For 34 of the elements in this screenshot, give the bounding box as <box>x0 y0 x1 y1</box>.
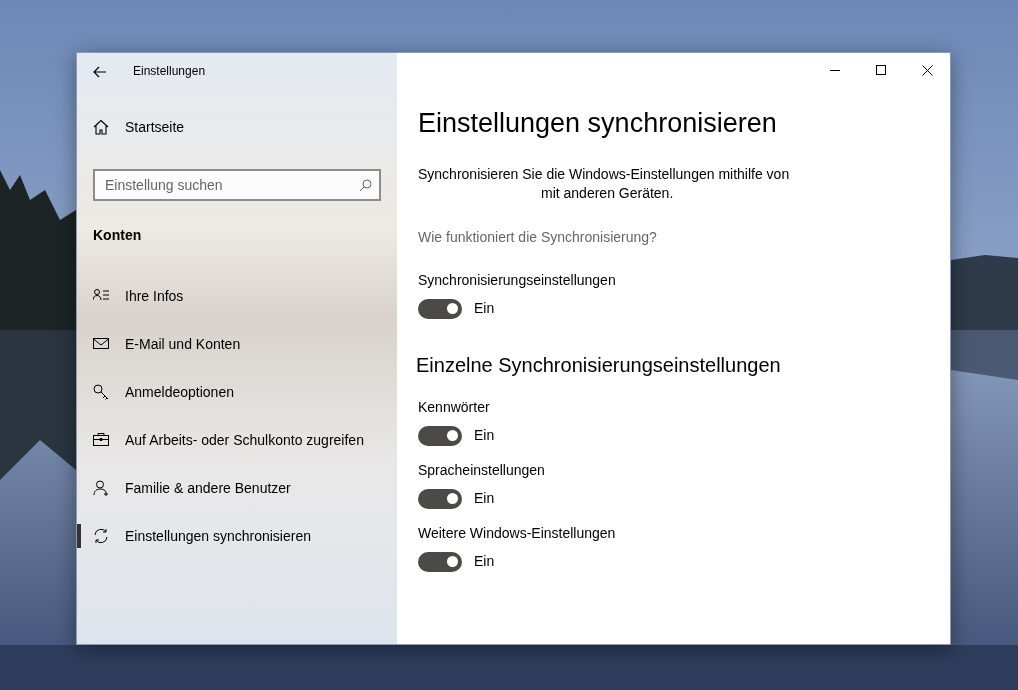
page-title: Einstellungen synchronisieren <box>418 107 778 140</box>
briefcase-icon <box>93 432 109 448</box>
nav-item[interactable]: Auf Arbeits- oder Schulkonto zugreifen <box>77 416 397 464</box>
description-text: Synchronisieren Sie die Windows-Einstellungen mithilfe von <box>418 165 790 185</box>
toggle-state: Ein <box>474 552 495 572</box>
person-add-icon <box>93 480 109 496</box>
nav-item[interactable]: Familie & andere Benutzer <box>77 464 397 512</box>
toggle-state: Ein <box>474 299 495 319</box>
minimize-icon <box>830 69 840 71</box>
nav-item[interactable]: Ihre Infos <box>77 272 397 320</box>
setting-label: Synchronisierungseinstellungen <box>418 271 616 291</box>
description-text: mit anderen Geräten. <box>540 184 674 204</box>
nav-item[interactable]: E-Mail und Konten <box>77 320 397 368</box>
nav-item[interactable]: Einstellungen synchronisieren <box>77 512 397 560</box>
sync-icon <box>93 528 109 544</box>
toggle-state: Ein <box>474 426 495 446</box>
key-icon <box>93 384 109 400</box>
search-icon <box>359 179 372 192</box>
setting-label: Weitere Windows-Einstellungen <box>418 524 616 544</box>
toggle-state: Ein <box>474 489 495 509</box>
nav-item[interactable]: Anmeldeoptionen <box>77 368 397 416</box>
setting-label: Spracheinstellungen <box>418 461 545 481</box>
close-icon <box>921 64 933 76</box>
help-link[interactable]: Wie funktioniert die Synchronisierung? <box>418 229 657 246</box>
setting-label: Kennwörter <box>418 398 490 418</box>
section-heading: Einzelne Synchronisierungseinstellungen <box>416 353 782 378</box>
search-field[interactable]: Einstellung suchen <box>93 169 381 201</box>
back-icon <box>93 65 107 78</box>
home-link[interactable]: Startseite <box>77 103 397 151</box>
maximize-icon <box>876 65 886 75</box>
mail-icon <box>93 336 109 352</box>
home-icon <box>93 119 109 135</box>
window-title: Einstellungen <box>133 63 206 80</box>
section-heading: Konten <box>93 226 143 245</box>
